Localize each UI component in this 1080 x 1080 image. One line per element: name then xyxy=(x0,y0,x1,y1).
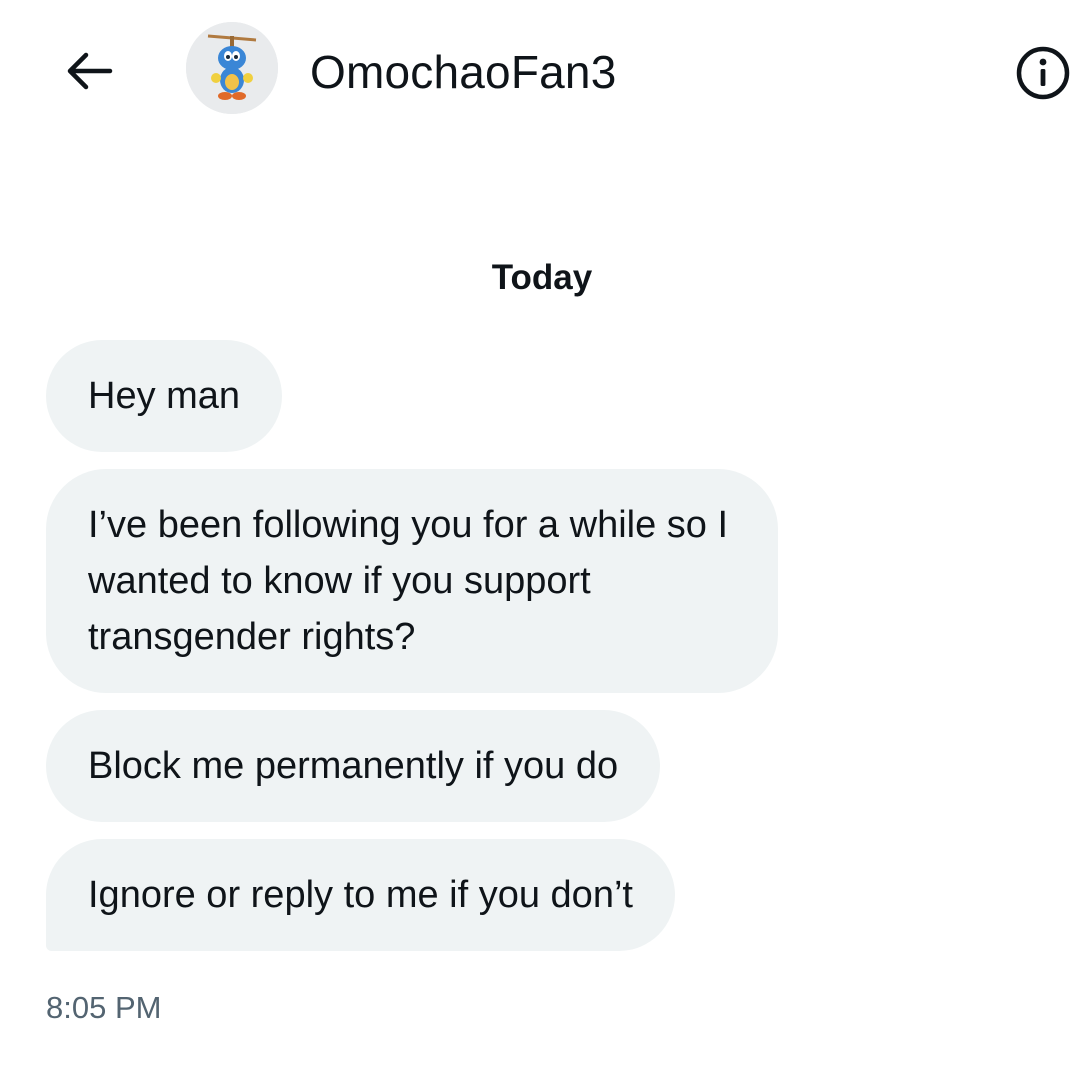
username[interactable]: OmochaoFan3 xyxy=(310,42,616,102)
avatar[interactable] xyxy=(186,22,278,114)
message-bubble[interactable]: Block me permanently if you do xyxy=(46,710,661,822)
omochao-avatar-icon xyxy=(186,22,278,114)
conversation-info-button[interactable] xyxy=(1012,42,1074,104)
info-circle-icon xyxy=(1016,46,1070,100)
message-bubble[interactable]: Ignore or reply to me if you don’t xyxy=(46,839,675,951)
arrow-left-icon xyxy=(67,52,113,90)
message-list: Hey man I’ve been following you for a wh… xyxy=(46,340,806,968)
message-bubble[interactable]: I’ve been following you for a while so I… xyxy=(46,469,778,693)
message-timestamp: 8:05 PM xyxy=(46,990,162,1025)
date-divider: Today xyxy=(491,258,593,297)
back-button[interactable] xyxy=(58,40,120,102)
conversation-header: OmochaoFan3 xyxy=(0,0,1080,140)
message-bubble[interactable]: Hey man xyxy=(46,340,283,452)
